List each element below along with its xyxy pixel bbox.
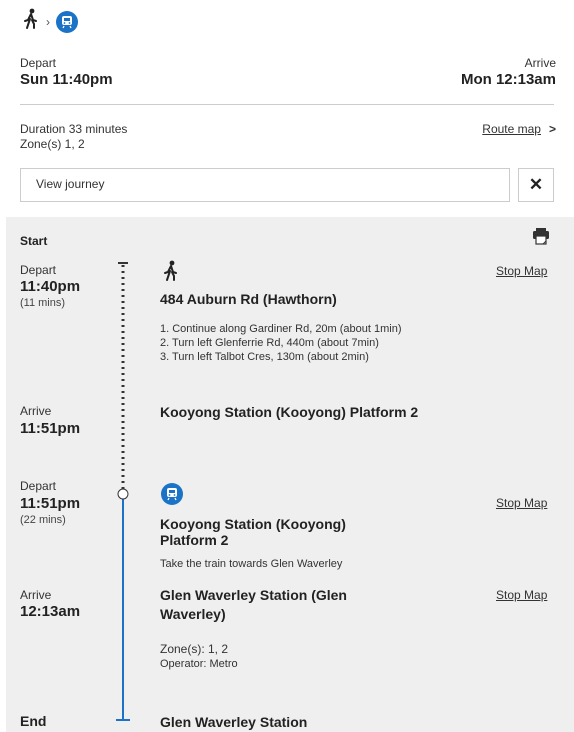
depart-time: Sun 11:40pm <box>20 71 113 88</box>
leg2-operator: Operator: Metro <box>160 658 238 670</box>
arrive-time: Mon 12:13am <box>460 71 556 88</box>
zones-text: Zone(s) 1, 2 <box>20 137 85 151</box>
arrive-label: Arrive <box>524 56 556 70</box>
close-icon: ✕ <box>528 175 544 194</box>
leg2-arrive-time: 12:13am <box>20 603 81 620</box>
leg1-instruction: 3. Turn left Talbot Cres, 130m (about 2m… <box>160 351 369 363</box>
leg1-duration: (11 mins) <box>20 297 66 309</box>
leg1-from-title: 484 Auburn Rd (Hawthorn) <box>160 291 337 307</box>
chevron-right-icon: › <box>46 14 50 29</box>
view-journey-label: View journey <box>36 177 105 191</box>
view-journey-field[interactable]: View journey <box>20 168 510 202</box>
leg1-instruction: 1. Continue along Gardiner Rd, 20m (abou… <box>160 323 402 335</box>
train-icon <box>161 483 183 505</box>
walk-icon <box>22 8 40 35</box>
route-map-label[interactable]: Route map <box>482 122 541 136</box>
leg2-arrive-label: Arrive <box>20 588 52 602</box>
journey-timeline <box>116 262 130 721</box>
leg1-depart-label: Depart <box>20 263 57 277</box>
leg2-depart-time: 11:51pm <box>20 495 81 512</box>
leg2-to-title-line1: Glen Waverley Station (Glen <box>160 587 347 603</box>
close-button[interactable]: ✕ <box>518 168 554 202</box>
print-icon[interactable] <box>532 227 550 250</box>
leg1-arrive-time: 11:51pm <box>20 420 81 437</box>
leg1-depart-time: 11:40pm <box>20 278 81 295</box>
leg1-arrive-label: Arrive <box>20 404 52 418</box>
depart-label: Depart <box>20 56 57 70</box>
leg2-depart-label: Depart <box>20 479 57 493</box>
start-label: Start <box>20 234 48 248</box>
route-map-link[interactable]: Route map > <box>482 122 556 136</box>
chevron-right-icon: > <box>548 122 556 136</box>
stop-map-link[interactable]: Stop Map <box>496 588 547 602</box>
leg2-zones: Zone(s): 1, 2 <box>160 642 229 656</box>
leg2-from-title-line2: Platform 2 <box>160 532 229 548</box>
leg2-direction: Take the train towards Glen Waverley <box>160 558 343 570</box>
leg2-to-title-line2: Waverley) <box>160 606 226 622</box>
leg1-instruction: 2. Turn left Glenferrie Rd, 440m (about … <box>160 337 379 349</box>
duration-text: Duration 33 minutes <box>20 122 128 136</box>
divider <box>20 104 554 105</box>
train-icon <box>56 10 78 33</box>
mode-summary: › <box>22 8 78 35</box>
leg2-duration: (22 mins) <box>20 514 66 526</box>
journey-panel: Start Depart 11:40pm (11 mins) Stop Map … <box>6 217 574 732</box>
end-title: Glen Waverley Station <box>160 714 308 730</box>
stop-map-link[interactable]: Stop Map <box>496 264 547 278</box>
end-label: End <box>20 713 47 729</box>
stop-map-link[interactable]: Stop Map <box>496 496 547 510</box>
walk-icon <box>162 260 180 287</box>
leg1-to-title: Kooyong Station (Kooyong) Platform 2 <box>160 404 419 420</box>
